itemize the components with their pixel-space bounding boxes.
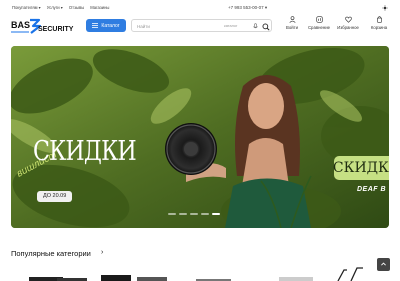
voice-search-icon[interactable] (252, 22, 259, 30)
logo-part1: BAS (11, 20, 30, 30)
cart-icon (376, 16, 382, 23)
slider-dot[interactable] (212, 213, 220, 215)
arrow-up-icon (381, 262, 386, 266)
promo-banner[interactable]: вишлист СКИДКИ ДО 20.09 СКИДКИ DEAF B ‹ … (11, 46, 389, 228)
favorites-label: Избранное (337, 25, 359, 30)
menu-icon (92, 23, 99, 28)
banner-date: ДО 20.09 (37, 191, 73, 202)
cart-label: Корзина (370, 25, 388, 30)
header-actions: Войти Сравнение Избранное Корзина (278, 16, 393, 36)
nav-buyers[interactable]: Покупателям ▾ (12, 5, 41, 10)
section-title: Популярные категории (11, 249, 91, 258)
heart-icon (344, 16, 352, 23)
top-nav: Покупателям ▾ Услуги ▾ Отзывы Магазины (12, 5, 109, 10)
compare-button[interactable]: Сравнение (305, 16, 333, 30)
logo-part2: SECURITY (38, 26, 74, 33)
nav-reviews[interactable]: Отзывы (69, 5, 84, 10)
section-arrow[interactable]: › (101, 249, 103, 256)
slider-dot[interactable] (168, 213, 176, 215)
top-bar: Покупателям ▾ Услуги ▾ Отзывы Магазины +… (0, 0, 400, 14)
category-thumb-4 (137, 277, 167, 281)
catalog-label: Каталог (101, 22, 120, 29)
nav-stores[interactable]: Магазины (90, 5, 109, 10)
scroll-top-button[interactable] (377, 258, 390, 271)
theme-toggle-icon[interactable] (382, 5, 388, 11)
login-button[interactable]: Войти (278, 16, 306, 30)
search-icon[interactable] (262, 23, 270, 31)
banner-badge: СКИДКИ (333, 156, 389, 180)
compare-icon (315, 16, 323, 23)
catalog-button[interactable]: Каталог (86, 19, 126, 32)
slider-dot[interactable] (190, 213, 198, 215)
category-thumb-3 (101, 275, 131, 281)
category-thumb-6 (279, 277, 313, 281)
compare-label: Сравнение (307, 25, 331, 30)
cart-button[interactable]: Корзина (365, 16, 393, 30)
slider-dot[interactable] (201, 213, 209, 215)
search-category-select[interactable]: каталог (224, 24, 237, 28)
nav-services[interactable]: Услуги ▾ (47, 5, 63, 10)
banner-title: СКИДКИ (33, 136, 137, 167)
login-label: Войти (285, 25, 299, 30)
category-thumbnails (29, 267, 363, 281)
slider-dots (168, 213, 220, 215)
site-logo[interactable]: BAS SECURITY (11, 18, 75, 34)
user-icon (288, 16, 296, 23)
category-thumb-8 (350, 267, 363, 281)
category-thumb-7 (337, 269, 347, 281)
phone-link[interactable]: +7 993 553-00-07 ▾ (228, 5, 267, 11)
slider-dot[interactable] (179, 213, 187, 215)
search-input[interactable]: Найти (137, 24, 150, 29)
banner-brand: DEAF B (357, 186, 387, 193)
search-box[interactable]: Найти каталог (131, 19, 272, 32)
favorites-button[interactable]: Избранное (334, 16, 362, 30)
